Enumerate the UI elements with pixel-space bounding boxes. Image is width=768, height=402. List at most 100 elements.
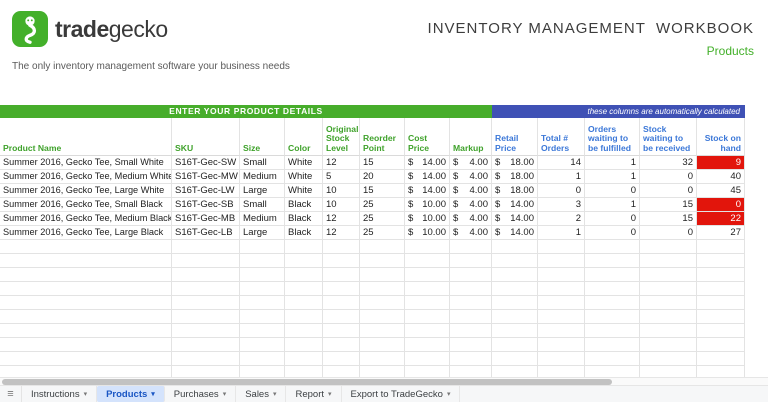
cell[interactable]: Large: [240, 184, 285, 198]
cell[interactable]: [285, 268, 323, 282]
sheet-tab-export-to-tradegecko[interactable]: Export to TradeGecko ▾: [342, 386, 461, 402]
cell[interactable]: [538, 352, 585, 366]
cell[interactable]: [492, 268, 538, 282]
cell[interactable]: [323, 296, 360, 310]
cell[interactable]: [360, 324, 405, 338]
cell[interactable]: [0, 254, 172, 268]
cell[interactable]: 1: [538, 170, 585, 184]
cell[interactable]: [360, 352, 405, 366]
column-header[interactable]: Reorder Point: [360, 118, 405, 156]
sheet-tab-sales[interactable]: Sales ▾: [236, 386, 287, 402]
cell[interactable]: [492, 324, 538, 338]
cell[interactable]: [697, 254, 745, 268]
cell[interactable]: Summer 2016, Gecko Tee, Small White: [0, 156, 172, 170]
cell[interactable]: [285, 254, 323, 268]
cell[interactable]: [697, 338, 745, 352]
cell[interactable]: $4.00: [450, 184, 492, 198]
cell[interactable]: $10.00: [405, 198, 450, 212]
cell[interactable]: [285, 310, 323, 324]
cell[interactable]: [323, 240, 360, 254]
cell[interactable]: [492, 310, 538, 324]
cell[interactable]: [405, 240, 450, 254]
cell[interactable]: [450, 254, 492, 268]
cell[interactable]: [240, 240, 285, 254]
cell[interactable]: [492, 338, 538, 352]
cell[interactable]: S16T-Gec-SB: [172, 198, 240, 212]
tab-dropdown-arrow-icon[interactable]: ▾: [273, 390, 277, 398]
cell[interactable]: [492, 282, 538, 296]
cell[interactable]: [240, 310, 285, 324]
cell[interactable]: [585, 324, 640, 338]
cell[interactable]: 15: [640, 212, 697, 226]
cell[interactable]: Summer 2016, Gecko Tee, Small Black: [0, 198, 172, 212]
cell[interactable]: [323, 254, 360, 268]
cell[interactable]: $4.00: [450, 212, 492, 226]
cell[interactable]: 12: [323, 226, 360, 240]
cell[interactable]: [285, 240, 323, 254]
cell[interactable]: [538, 310, 585, 324]
cell[interactable]: [585, 282, 640, 296]
cell[interactable]: [323, 310, 360, 324]
cell[interactable]: 15: [640, 198, 697, 212]
cell[interactable]: [323, 352, 360, 366]
cell[interactable]: $14.00: [492, 212, 538, 226]
cell[interactable]: [0, 352, 172, 366]
cell[interactable]: [240, 268, 285, 282]
cell[interactable]: [640, 240, 697, 254]
cell[interactable]: $10.00: [405, 226, 450, 240]
cell[interactable]: [285, 296, 323, 310]
cell[interactable]: S16T-Gec-LW: [172, 184, 240, 198]
column-header[interactable]: Size: [240, 118, 285, 156]
cell[interactable]: [172, 310, 240, 324]
cell[interactable]: [697, 324, 745, 338]
cell[interactable]: [405, 366, 450, 377]
cell[interactable]: 2: [538, 212, 585, 226]
cell[interactable]: S16T-Gec-MW: [172, 170, 240, 184]
cell[interactable]: [640, 366, 697, 377]
cell[interactable]: [0, 366, 172, 377]
cell[interactable]: [450, 310, 492, 324]
cell[interactable]: 15: [360, 156, 405, 170]
cell[interactable]: 32: [640, 156, 697, 170]
sheet-tab-instructions[interactable]: Instructions ▾: [22, 386, 98, 402]
cell[interactable]: 9: [697, 156, 745, 170]
cell[interactable]: [538, 338, 585, 352]
column-header[interactable]: Color: [285, 118, 323, 156]
cell[interactable]: White: [285, 170, 323, 184]
cell[interactable]: [0, 338, 172, 352]
cell[interactable]: $4.00: [450, 170, 492, 184]
cell[interactable]: [360, 282, 405, 296]
cell[interactable]: 12: [323, 212, 360, 226]
cell[interactable]: 20: [360, 170, 405, 184]
column-header[interactable]: Product Name: [0, 118, 172, 156]
tab-dropdown-arrow-icon[interactable]: ▾: [328, 390, 332, 398]
cell[interactable]: [323, 338, 360, 352]
cell[interactable]: [360, 296, 405, 310]
column-header[interactable]: Retail Price: [492, 118, 538, 156]
cell[interactable]: [640, 254, 697, 268]
cell[interactable]: 0: [640, 226, 697, 240]
cell[interactable]: Small: [240, 156, 285, 170]
cell[interactable]: [697, 296, 745, 310]
cell[interactable]: Summer 2016, Gecko Tee, Large White: [0, 184, 172, 198]
cell[interactable]: [172, 338, 240, 352]
cell[interactable]: 0: [697, 198, 745, 212]
cell[interactable]: [538, 296, 585, 310]
cell[interactable]: [697, 268, 745, 282]
cell[interactable]: 0: [585, 226, 640, 240]
cell[interactable]: [285, 324, 323, 338]
cell[interactable]: Summer 2016, Gecko Tee, Large Black: [0, 226, 172, 240]
cell[interactable]: Black: [285, 212, 323, 226]
cell[interactable]: [172, 254, 240, 268]
cell[interactable]: [323, 366, 360, 377]
cell[interactable]: [323, 324, 360, 338]
cell[interactable]: [405, 352, 450, 366]
cell[interactable]: [585, 296, 640, 310]
cell[interactable]: S16T-Gec-SW: [172, 156, 240, 170]
cell[interactable]: Small: [240, 198, 285, 212]
cell[interactable]: 0: [585, 184, 640, 198]
cell[interactable]: [172, 324, 240, 338]
cell[interactable]: [585, 338, 640, 352]
cell[interactable]: [360, 240, 405, 254]
cell[interactable]: $14.00: [405, 184, 450, 198]
